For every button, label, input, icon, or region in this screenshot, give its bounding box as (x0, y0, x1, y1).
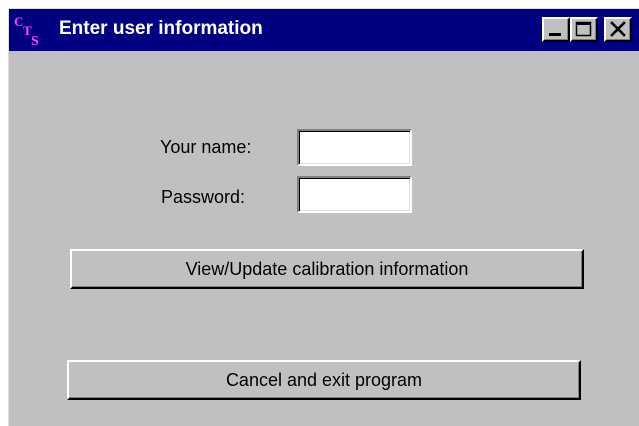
svg-text:S: S (31, 34, 39, 47)
minimize-button[interactable] (542, 17, 570, 42)
maximize-icon (575, 21, 592, 37)
view-update-calibration-button[interactable]: View/Update calibration information (70, 249, 584, 289)
user-info-dialog: C T S Enter user information Your name: … (8, 8, 639, 426)
window-title: Enter user information (59, 18, 263, 39)
name-input[interactable] (297, 129, 412, 166)
password-label: Password: (161, 187, 246, 207)
cts-app-icon: C T S (14, 14, 39, 47)
close-button[interactable] (604, 17, 632, 42)
svg-text:C: C (14, 14, 23, 29)
cancel-exit-button[interactable]: Cancel and exit program (67, 360, 581, 400)
name-label: Your name: (160, 137, 252, 157)
password-input[interactable] (297, 176, 412, 213)
close-icon (610, 21, 626, 37)
minimize-icon (549, 33, 561, 36)
maximize-button[interactable] (570, 17, 598, 42)
title-bar[interactable]: C T S Enter user information (9, 9, 639, 51)
